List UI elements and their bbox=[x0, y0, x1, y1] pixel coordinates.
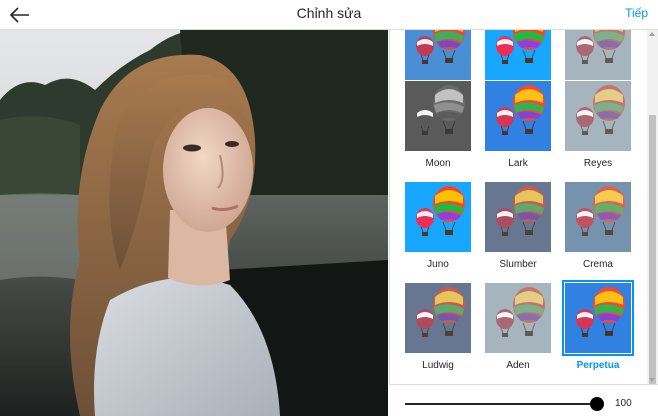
filter-item-crema[interactable]: Crema bbox=[565, 182, 633, 282]
filter-item-juno[interactable]: Juno bbox=[405, 182, 473, 282]
filter-label: Aden bbox=[506, 360, 530, 371]
filter-label: Juno bbox=[427, 259, 449, 270]
filter-item-lark[interactable]: Lark bbox=[485, 81, 553, 181]
filter-item-moon[interactable]: Moon bbox=[405, 81, 473, 181]
scrollbar[interactable] bbox=[647, 30, 658, 384]
intensity-slider-area: 100 bbox=[389, 384, 658, 416]
hot-air-balloon-icon bbox=[405, 182, 471, 252]
scrollbar-thumb[interactable] bbox=[649, 115, 656, 384]
edited-photo bbox=[0, 30, 388, 416]
scroll-down-arrow-icon[interactable] bbox=[649, 378, 655, 382]
hot-air-balloon-icon bbox=[405, 283, 471, 353]
filter-label: Perpetua bbox=[576, 360, 620, 371]
filter-label: Moon bbox=[425, 158, 451, 169]
filter-thumbnail bbox=[485, 30, 551, 80]
hot-air-balloon-icon bbox=[405, 81, 471, 151]
hot-air-balloon-icon bbox=[565, 182, 631, 252]
hot-air-balloon-icon bbox=[565, 283, 631, 353]
hot-air-balloon-icon bbox=[565, 30, 631, 80]
filter-item-aden[interactable]: Aden bbox=[485, 283, 553, 383]
slider-track[interactable] bbox=[405, 403, 597, 405]
filter-item-slumber[interactable]: Slumber bbox=[485, 182, 553, 282]
hot-air-balloon-icon bbox=[485, 182, 551, 252]
filter-thumbnail bbox=[405, 30, 471, 80]
filter-thumbnail bbox=[485, 182, 551, 252]
filter-item-perpetua[interactable]: Perpetua bbox=[562, 280, 634, 383]
filter-thumbnail bbox=[405, 81, 471, 151]
filter-grid: Gốc bbox=[390, 30, 647, 384]
slider-knob[interactable] bbox=[590, 397, 604, 411]
filter-item-reyes[interactable]: Reyes bbox=[565, 81, 633, 181]
filter-thumbnail bbox=[485, 283, 551, 353]
filter-thumbnail bbox=[565, 30, 631, 80]
hot-air-balloon-icon bbox=[485, 81, 551, 151]
filter-item-ludwig[interactable]: Ludwig bbox=[405, 283, 473, 383]
filter-label: Reyes bbox=[583, 158, 613, 169]
filter-thumbnail bbox=[562, 280, 634, 356]
filter-label: Crema bbox=[582, 259, 613, 270]
hot-air-balloon-icon bbox=[485, 30, 551, 80]
hot-air-balloon-icon bbox=[485, 283, 551, 353]
filter-thumbnail bbox=[565, 182, 631, 252]
filter-thumbnail bbox=[405, 283, 471, 353]
filter-panel: Gốc bbox=[389, 30, 658, 416]
hot-air-balloon-icon bbox=[565, 81, 631, 151]
slider-value: 100 bbox=[615, 398, 632, 409]
filter-label: Ludwig bbox=[422, 360, 454, 371]
filter-thumbnail bbox=[485, 81, 551, 151]
page-title: Chỉnh sửa bbox=[296, 5, 362, 21]
scroll-up-arrow-icon[interactable] bbox=[649, 32, 655, 36]
hot-air-balloon-icon bbox=[405, 30, 471, 80]
next-button[interactable]: Tiếp bbox=[625, 6, 648, 20]
filter-label: Lark bbox=[508, 158, 528, 169]
filter-thumbnail bbox=[405, 182, 471, 252]
filter-thumbnail bbox=[565, 81, 631, 151]
filter-label: Slumber bbox=[499, 259, 537, 270]
top-bar: Chỉnh sửa Tiếp bbox=[0, 0, 658, 30]
